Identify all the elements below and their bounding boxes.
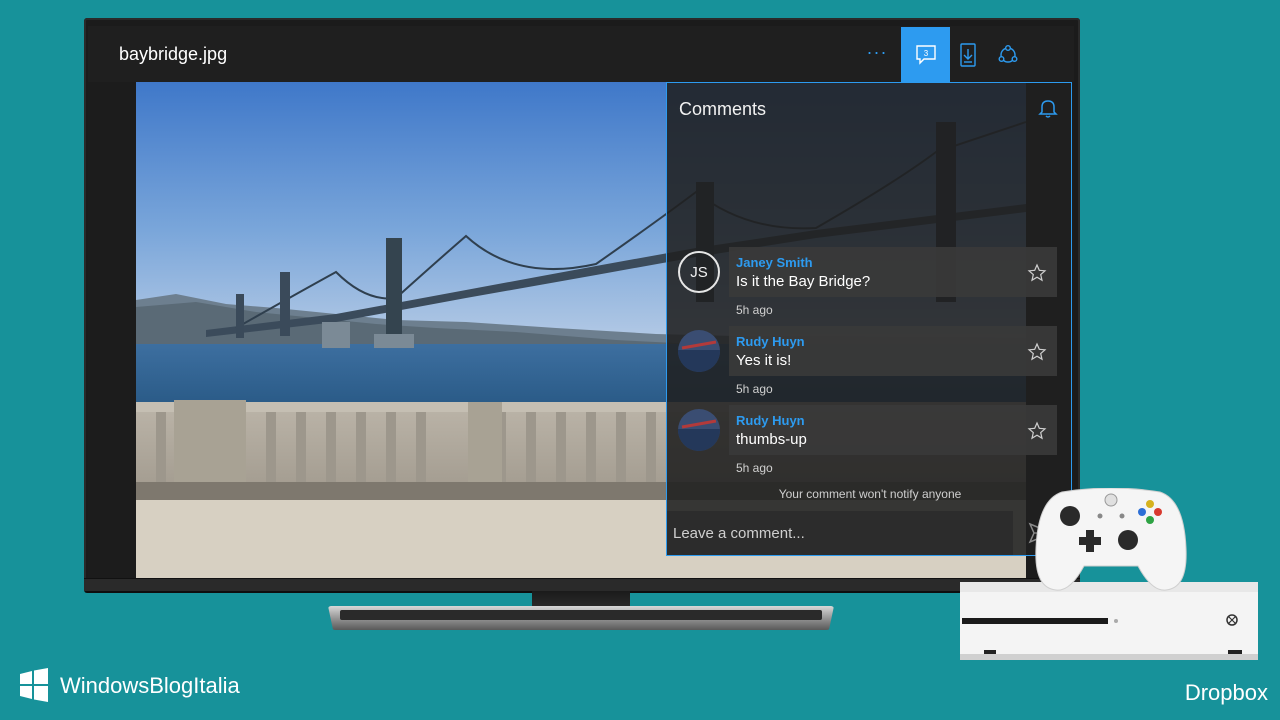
comment-author[interactable]: Janey Smith xyxy=(736,255,813,270)
notify-note: Your comment won't notify anyone xyxy=(778,487,962,501)
star-icon xyxy=(1027,421,1047,440)
comment-timestamp: 5h ago xyxy=(736,461,773,475)
download-icon xyxy=(960,42,976,67)
comment-item: Rudy Huyn thumbs-up 5h ago xyxy=(667,405,1073,479)
comments-button[interactable]: 3 xyxy=(901,27,950,82)
comment-text: Is it the Bay Bridge? xyxy=(736,273,871,290)
more-icon: ··· xyxy=(866,42,888,62)
star-icon xyxy=(1027,342,1047,361)
app-name: Dropbox xyxy=(1184,680,1268,705)
comments-panel-title: Comments xyxy=(679,99,767,119)
more-button[interactable]: ··· xyxy=(860,40,894,68)
avatar: JS xyxy=(678,251,720,293)
comment-text: thumbs-up xyxy=(736,431,807,448)
download-button[interactable] xyxy=(948,27,988,82)
avatar xyxy=(678,409,720,451)
comment-text: Yes it is! xyxy=(736,352,792,369)
comments-panel: Comments JS Janey Smith Is it the Bay Br… xyxy=(666,82,1072,556)
xbox-controller xyxy=(1034,487,1188,592)
xbox-controller-image xyxy=(1035,487,1187,591)
windowsblogitalia-brand: WindowsBlogItalia xyxy=(18,668,240,704)
comment-item: Rudy Huyn Yes it is! 5h ago xyxy=(667,326,1073,400)
comment-bubble: Rudy Huyn Yes it is! xyxy=(729,326,1057,376)
comment-bubble: Rudy Huyn thumbs-up xyxy=(729,405,1057,455)
star-button[interactable] xyxy=(1027,421,1047,441)
file-title: baybridge.jpg xyxy=(119,44,228,64)
comment-timestamp: 5h ago xyxy=(736,303,773,317)
windowsblogitalia-logo-icon xyxy=(20,668,48,702)
tv-screen: baybridge.jpg ··· 3 Comments JS Janey Sm… xyxy=(88,26,1074,578)
avatar xyxy=(678,330,720,372)
tv-bottom-edge xyxy=(84,578,1080,591)
star-button[interactable] xyxy=(1027,342,1047,362)
avatar-photo xyxy=(678,409,720,451)
notification-bell-button[interactable] xyxy=(1037,97,1059,119)
star-icon xyxy=(1027,263,1047,282)
tv-stand-base-top xyxy=(340,610,822,620)
xbox-console-image xyxy=(960,582,1258,660)
app-titlebar: baybridge.jpg ··· 3 xyxy=(88,26,1074,82)
xbox-console xyxy=(960,582,1258,660)
site-name: WindowsBlogItalia xyxy=(60,673,240,698)
photo-margin-left xyxy=(88,82,136,578)
bell-icon xyxy=(1038,100,1058,118)
comment-item: JS Janey Smith Is it the Bay Bridge? 5h … xyxy=(667,247,1073,321)
avatar-photo xyxy=(678,330,720,372)
comment-author[interactable]: Rudy Huyn xyxy=(736,413,805,428)
comment-timestamp: 5h ago xyxy=(736,382,773,396)
share-button[interactable] xyxy=(988,27,1028,82)
star-button[interactable] xyxy=(1027,263,1047,283)
share-icon xyxy=(998,44,1018,63)
comment-icon: 3 xyxy=(915,44,936,65)
comment-bubble: Janey Smith Is it the Bay Bridge? xyxy=(729,247,1057,297)
comment-count: 3 xyxy=(923,49,928,58)
comment-author[interactable]: Rudy Huyn xyxy=(736,334,805,349)
comment-input[interactable] xyxy=(667,511,1013,555)
